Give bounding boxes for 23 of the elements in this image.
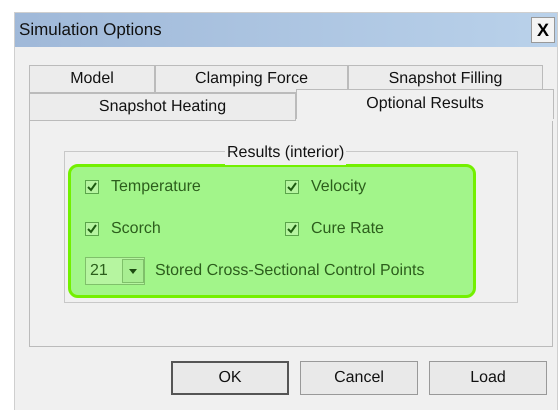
checkbox[interactable] — [285, 180, 299, 194]
dialog-button[interactable]: OK — [171, 361, 289, 395]
check-icon — [287, 224, 297, 234]
check-icon — [287, 182, 297, 192]
option-label: Scorch — [111, 219, 161, 239]
points-label: Stored Cross-Sectional Control Points — [155, 261, 424, 281]
checkbox[interactable] — [85, 222, 99, 236]
tab[interactable]: Optional Results — [296, 89, 554, 119]
check-icon — [87, 224, 97, 234]
checkbox[interactable] — [285, 222, 299, 236]
option-label: Temperature — [111, 177, 201, 197]
tab[interactable]: Model — [29, 65, 155, 93]
checkbox[interactable] — [85, 180, 99, 194]
option-label: Velocity — [311, 177, 366, 197]
points-dropdown[interactable]: 21 — [85, 257, 145, 285]
window-title: Simulation Options — [18, 19, 162, 42]
check-icon — [87, 182, 97, 192]
close-button[interactable]: X — [531, 17, 555, 43]
option-label: Cure Rate — [311, 219, 384, 239]
dialog-button[interactable]: Cancel — [300, 361, 418, 395]
tab[interactable]: Clamping Force — [155, 65, 348, 93]
tab[interactable]: Snapshot Heating — [29, 93, 296, 121]
dialog-button[interactable]: Load — [429, 361, 547, 395]
